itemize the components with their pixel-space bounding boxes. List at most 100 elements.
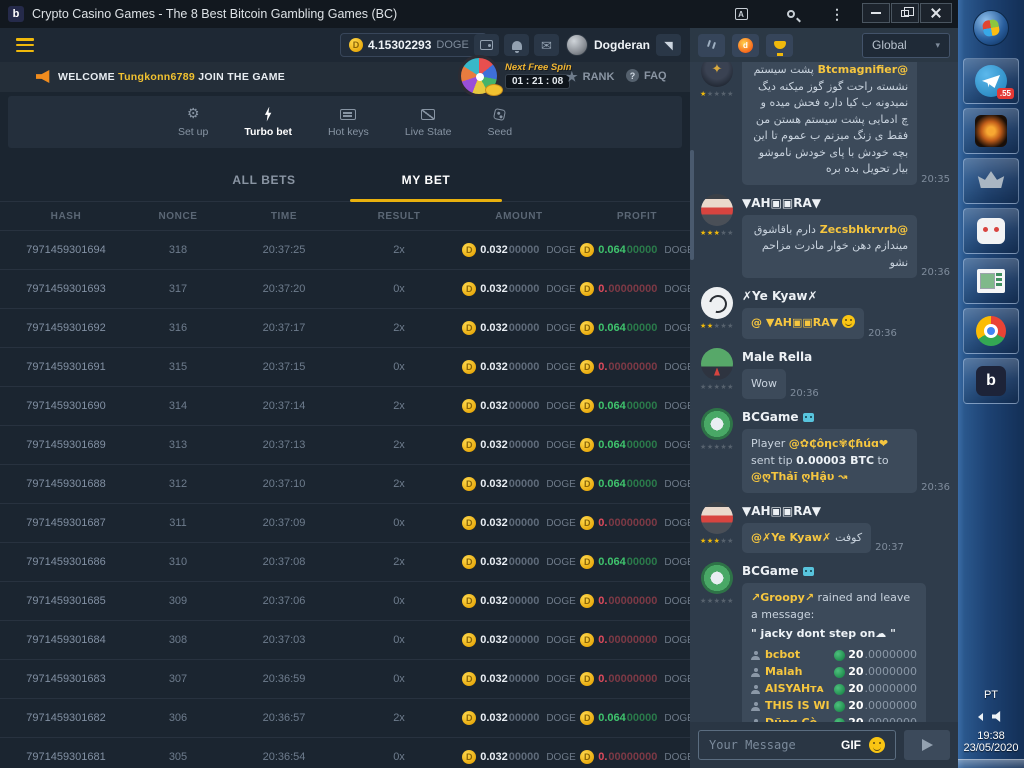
doge-coin-icon <box>580 594 594 608</box>
chat-username[interactable]: ▼AH▣▣RA▼ <box>742 196 950 210</box>
clock-date[interactable]: 23/05/2020 <box>963 742 1018 754</box>
bet-hash[interactable]: 7971459301691 <box>0 361 132 373</box>
mention[interactable]: @✿₵ôηϲ✾₵ɦúɑ❤ <box>789 437 888 450</box>
bet-time: 20:36:59 <box>224 673 344 685</box>
bet-hash[interactable]: 7971459301687 <box>0 517 132 529</box>
bet-hash[interactable]: 7971459301683 <box>0 673 132 685</box>
setting-live-state[interactable]: Live State <box>405 107 452 138</box>
taskbar-dicebot[interactable] <box>963 208 1019 254</box>
chat-channel-select[interactable]: Global ▾ <box>862 33 950 58</box>
doge-coin-icon <box>580 399 594 413</box>
chat-scrollbar[interactable] <box>690 150 694 260</box>
recipient-name[interactable]: Dũng Cò <box>765 715 829 722</box>
bet-hash[interactable]: 7971459301686 <box>0 556 132 568</box>
hamburger-menu-icon[interactable] <box>16 38 34 52</box>
bcgame-avatar[interactable] <box>701 562 733 594</box>
contest-button[interactable] <box>766 34 793 57</box>
message-input[interactable] <box>699 738 895 752</box>
bet-hash[interactable]: 7971459301688 <box>0 478 132 490</box>
bet-hash[interactable]: 7971459301694 <box>0 244 132 256</box>
chat-message: ★★★★★Male RellaWow20:36 <box>700 348 950 400</box>
chat-username[interactable]: ▼AH▣▣RA▼ <box>742 504 950 518</box>
coindrop-button[interactable]: d <box>732 34 759 57</box>
chat-username[interactable]: BCGame <box>742 564 950 578</box>
minimize-button[interactable] <box>862 3 890 23</box>
recipient-name[interactable]: AISYAHᴛᴀ <box>765 681 829 698</box>
notifications-button[interactable] <box>504 34 529 56</box>
translate-icon[interactable]: A <box>728 4 754 24</box>
taskbar-bcgame[interactable] <box>963 358 1019 404</box>
chevron-down-icon: ▾ <box>935 40 940 51</box>
bet-hash[interactable]: 7971459301684 <box>0 634 132 646</box>
taskbar-chrome[interactable] <box>963 308 1019 354</box>
chat-username[interactable]: BCGame <box>742 410 950 424</box>
mention[interactable]: @Btcmagnifier <box>814 63 908 76</box>
setting-turbo-bet[interactable]: Turbo bet <box>244 107 292 138</box>
taskbar-crown[interactable] <box>963 158 1019 204</box>
chat-username[interactable]: Male Rella <box>742 350 950 364</box>
show-desktop-button[interactable] <box>958 759 1024 768</box>
message-input-box: GIF <box>698 730 896 760</box>
language-indicator[interactable]: PT <box>984 689 998 701</box>
setting-hot-keys[interactable]: Hot keys <box>328 107 369 138</box>
bet-hash[interactable]: 7971459301681 <box>0 751 132 763</box>
wallet-button[interactable] <box>474 34 499 56</box>
gif-button[interactable]: GIF <box>841 738 861 752</box>
emoji-picker-button[interactable] <box>869 737 885 753</box>
messages-button[interactable]: ✉ <box>534 34 559 56</box>
taskbar-telegram[interactable]: .55 <box>963 58 1019 104</box>
bcgame-avatar[interactable] <box>701 408 733 440</box>
recipient-name[interactable]: Malah <box>765 664 829 681</box>
column-header: NONCE <box>132 211 224 222</box>
free-spin-widget[interactable]: Next Free Spin 01 : 21 : 08 <box>505 62 572 89</box>
bet-hash[interactable]: 7971459301689 <box>0 439 132 451</box>
bet-hash[interactable]: 7971459301690 <box>0 400 132 412</box>
rain-icon <box>706 39 718 51</box>
bet-amount: 0.03200000DOGE <box>454 438 584 452</box>
restore-icon <box>901 10 909 17</box>
user-menu[interactable]: Dogderan ▾ <box>566 33 661 57</box>
bet-hash[interactable]: 7971459301682 <box>0 712 132 724</box>
hidden-icons-arrow[interactable] <box>978 713 983 721</box>
close-button[interactable] <box>920 3 952 23</box>
maskman-avatar[interactable] <box>701 502 733 534</box>
clock-time[interactable]: 19:38 <box>977 730 1005 742</box>
spin-wheel-icon[interactable] <box>458 55 500 97</box>
rain-button[interactable] <box>698 34 725 57</box>
bet-hash[interactable]: 7971459301693 <box>0 283 132 295</box>
taskbar-start[interactable] <box>963 2 1019 54</box>
user-rating: ★★★★★ <box>700 322 734 330</box>
volume-icon[interactable] <box>992 711 1004 722</box>
balance-selector[interactable]: 4.15302293 DOGE ▾ <box>340 33 487 57</box>
eagle-avatar[interactable] <box>701 62 733 87</box>
taskbar-notes[interactable] <box>963 258 1019 304</box>
recipient-name[interactable]: THIS IS WINNER <box>765 698 829 715</box>
menu-kebab-icon[interactable]: ⋮ <box>824 4 850 24</box>
taskbar-game[interactable] <box>963 108 1019 154</box>
mention[interactable]: @Zecsbhkrvrb <box>816 223 908 236</box>
recipient-name[interactable]: bcbot <box>765 647 829 664</box>
chat-collapse-button[interactable]: ◥ <box>656 34 681 56</box>
mention[interactable]: ↗Groopy↗ <box>751 591 814 604</box>
bet-amount: 0.03200000DOGE <box>454 672 584 686</box>
restore-button[interactable] <box>891 3 919 23</box>
croc-avatar[interactable] <box>701 348 733 380</box>
tab-my-bet[interactable]: MY BET <box>350 158 502 201</box>
chat-username[interactable]: ✗Ye Kyaw✗ <box>742 289 950 303</box>
send-button[interactable] <box>904 730 950 760</box>
setting-seed[interactable]: Seed <box>488 107 513 138</box>
rank-button[interactable]: ★ RANK <box>566 69 614 85</box>
bell-icon <box>512 41 522 50</box>
bet-hash[interactable]: 7971459301692 <box>0 322 132 334</box>
mention[interactable]: @ ▼AH▣▣RA▼ <box>751 316 842 329</box>
maskman-avatar[interactable] <box>701 194 733 226</box>
mention[interactable]: @ღThảī ღHậυ ↝ <box>751 470 847 483</box>
faq-button[interactable]: ? FAQ <box>626 69 667 82</box>
search-icon[interactable] <box>778 4 804 24</box>
doge-coin-icon <box>462 477 476 491</box>
tab-all-bets[interactable]: ALL BETS <box>188 158 340 201</box>
mention[interactable]: @✗Ye Kyaw✗ <box>751 531 835 544</box>
setting-set-up[interactable]: ⚙Set up <box>178 107 208 138</box>
bet-hash[interactable]: 7971459301685 <box>0 595 132 607</box>
scribble-avatar[interactable] <box>701 287 733 319</box>
